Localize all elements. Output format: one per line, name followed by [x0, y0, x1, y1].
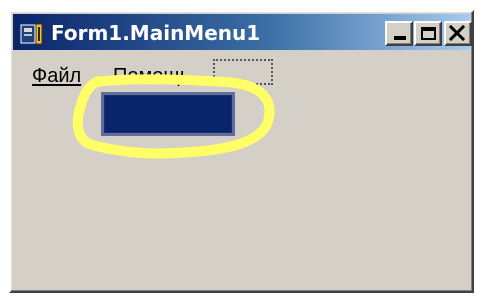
minimize-icon	[394, 36, 406, 40]
close-icon	[448, 24, 466, 42]
maximize-icon	[421, 27, 436, 40]
main-menu-bar: Файл Помощь	[13, 54, 470, 88]
new-menu-item-placeholder[interactable]	[213, 59, 273, 85]
minimize-button[interactable]	[385, 21, 413, 46]
menu-item-file[interactable]: Файл	[32, 64, 81, 88]
app-icon	[20, 23, 43, 45]
menu-item-help[interactable]: Помощь	[113, 64, 190, 88]
maximize-button[interactable]	[414, 21, 442, 46]
window-title: Form1.MainMenu1	[51, 21, 261, 45]
title-bar[interactable]: Form1.MainMenu1	[13, 14, 472, 50]
selected-submenu-item[interactable]	[101, 92, 235, 136]
close-button[interactable]	[444, 21, 472, 46]
form-window: Form1.MainMenu1 Файл Помощь	[9, 10, 474, 293]
